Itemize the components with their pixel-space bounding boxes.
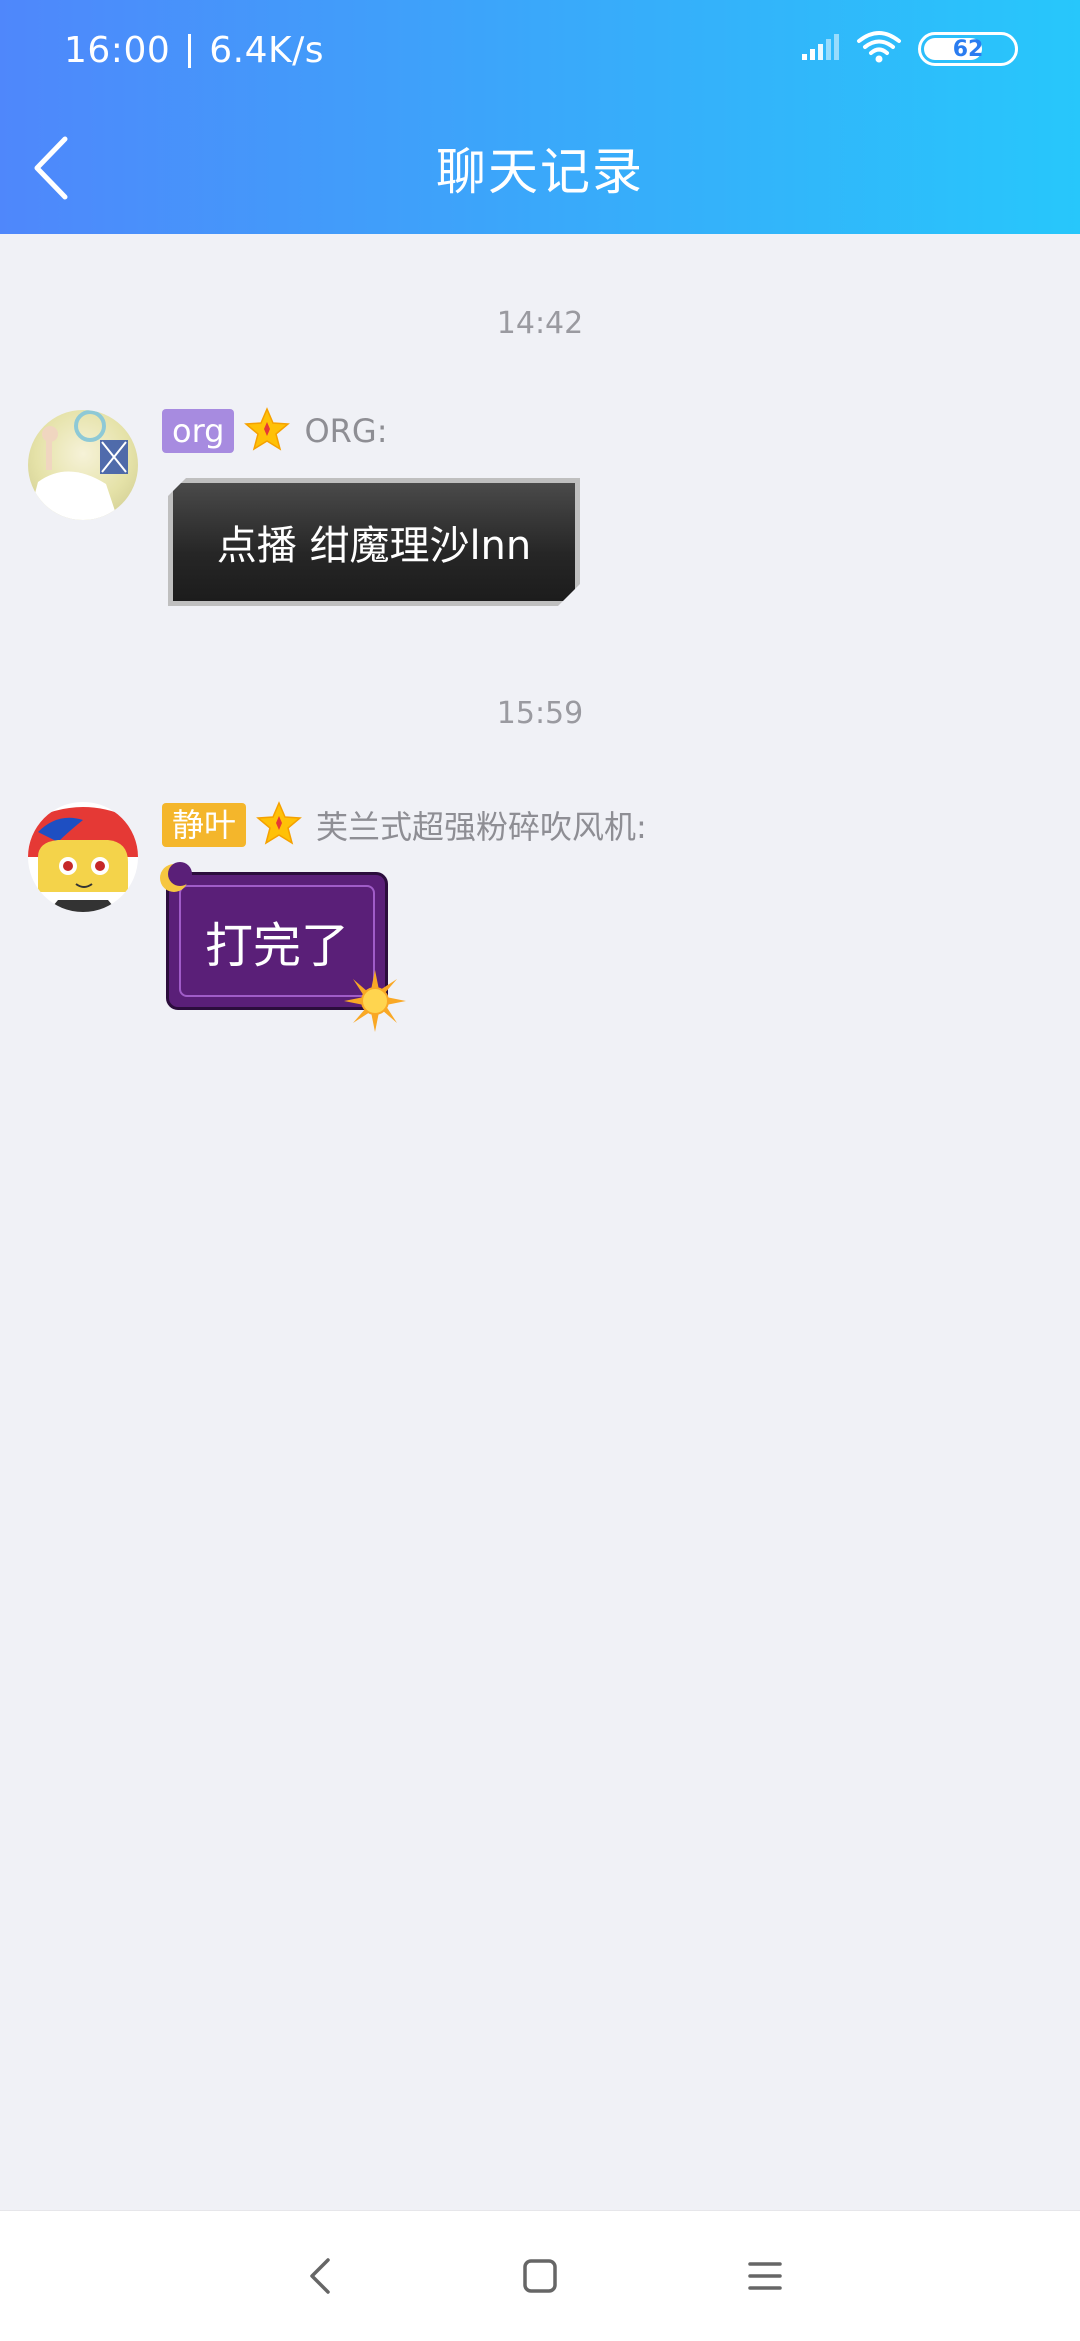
status-bar: 16:00 6.4K/s 62 — [0, 0, 1080, 104]
menu-lines-icon — [748, 2262, 782, 2290]
system-back-button[interactable] — [284, 2241, 354, 2311]
status-left: 16:00 6.4K/s — [64, 30, 324, 71]
message-text: 打完了 — [204, 918, 349, 974]
status-right: 62 — [800, 30, 1018, 68]
header: 16:00 6.4K/s 62 聊天记录 — [0, 0, 1080, 234]
battery-icon: 62 — [918, 32, 1018, 66]
status-divider — [188, 33, 192, 68]
sun-icon — [344, 970, 406, 1036]
signal-icon — [800, 32, 840, 66]
sender-name: 芙兰式超强粉碎吹风机: — [316, 808, 647, 846]
message-timestamp: 15:59 — [496, 696, 584, 731]
wifi-icon — [856, 30, 902, 68]
network-speed: 6.4K/s — [209, 30, 324, 71]
title-bar: 聊天记录 — [0, 104, 1080, 234]
moon-icon — [156, 860, 192, 900]
message-text: 点播 绀魔理沙lnn — [216, 523, 532, 569]
message-timestamp: 14:42 — [496, 306, 584, 341]
system-menu-button[interactable] — [730, 2241, 800, 2311]
page-title: 聊天记录 — [436, 143, 644, 201]
star-icon — [244, 406, 291, 456]
chat-history[interactable]: 14:42 org ORG: 点播 绀魔理沙lnn 15:59 静叶 芙兰式超强… — [0, 234, 1080, 2210]
star-icon — [256, 800, 302, 850]
system-navigation-bar — [0, 2210, 1080, 2341]
status-time: 16:00 — [64, 30, 171, 71]
square-home-icon — [523, 2259, 557, 2293]
message-bubble[interactable]: 点播 绀魔理沙lnn — [168, 478, 580, 606]
avatar[interactable] — [28, 802, 138, 912]
sender-name: ORG: — [304, 412, 388, 450]
system-home-button[interactable] — [505, 2241, 575, 2311]
sender-row: 静叶 芙兰式超强粉碎吹风机: — [162, 800, 647, 850]
sender-row: org ORG: — [162, 406, 387, 456]
title-badge: 静叶 — [162, 803, 247, 847]
triangle-back-icon — [310, 2258, 330, 2294]
avatar[interactable] — [28, 410, 138, 520]
title-badge: org — [162, 409, 235, 453]
battery-level: 62 — [952, 36, 984, 62]
